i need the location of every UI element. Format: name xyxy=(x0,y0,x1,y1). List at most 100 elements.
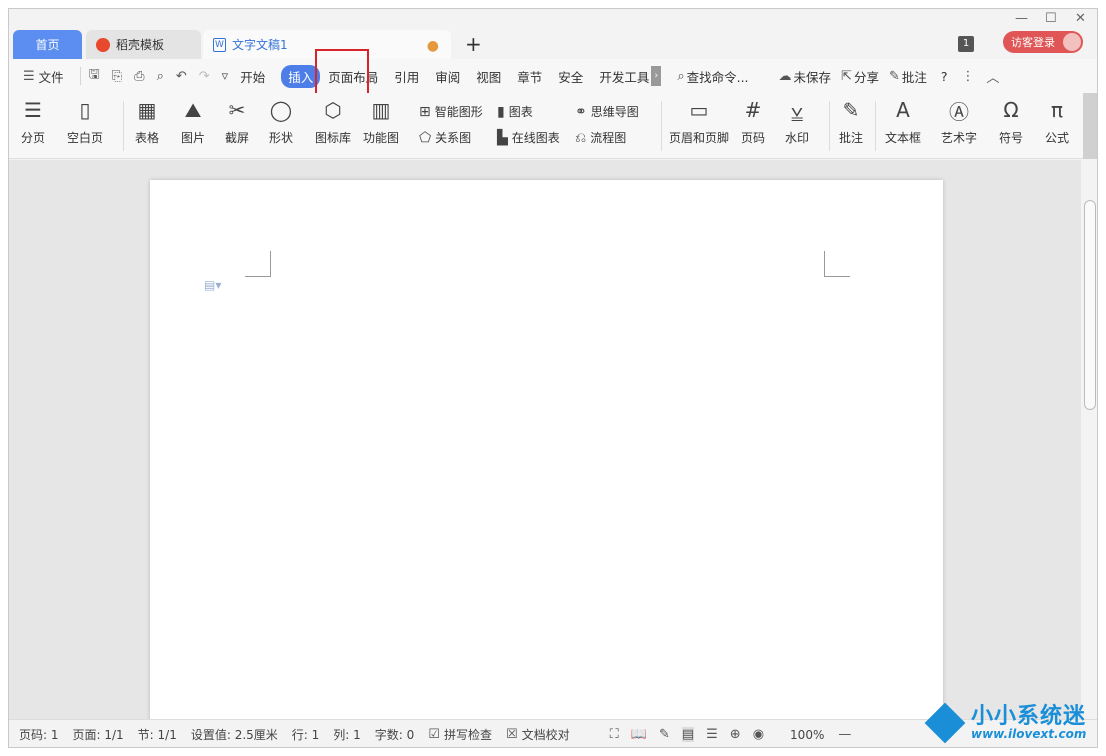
print-icon[interactable]: ⎙ xyxy=(134,69,144,84)
collapse-ribbon-icon[interactable]: ︿ xyxy=(987,67,1000,86)
guest-login-button[interactable]: 访客登录 xyxy=(1003,31,1083,53)
more-icon[interactable]: ⋮ xyxy=(962,69,975,84)
ribbon-scroll-right[interactable] xyxy=(1083,93,1097,159)
menu-scroll-right-icon[interactable]: › xyxy=(651,66,662,86)
tab-document-label: 文字文稿1 xyxy=(232,38,288,52)
command-search-input[interactable]: 查找命令... xyxy=(687,67,749,86)
comment-button[interactable]: 批注 xyxy=(902,67,927,86)
tab-docer-templates[interactable]: 稻壳模板 xyxy=(86,30,201,59)
status-col[interactable]: 列: 1 xyxy=(333,726,361,743)
blank-page-icon: ▯ xyxy=(79,98,91,122)
menu-file[interactable]: 文件 xyxy=(39,67,64,86)
relation-chart-button[interactable]: ⬠ 关系图 xyxy=(419,129,471,146)
search-icon: ⌕ xyxy=(677,68,685,84)
divider xyxy=(661,101,662,151)
watermark-label: 水印 xyxy=(785,131,810,145)
status-section[interactable]: 节: 1/1 xyxy=(138,726,177,743)
vertical-scrollbar[interactable] xyxy=(1081,160,1097,719)
menu-references[interactable]: 引用 xyxy=(394,67,419,86)
picture-button[interactable]: ⛰ 图片 xyxy=(181,97,205,146)
bar-chart-icon: ▮ xyxy=(497,103,505,120)
blank-page-button[interactable]: ▯ 空白页 xyxy=(67,97,103,146)
read-mode-icon[interactable]: 📖 xyxy=(631,727,647,742)
unsaved-status[interactable]: 未保存 xyxy=(794,67,832,86)
paragraph-format-icon[interactable]: ▤▾ xyxy=(204,278,221,292)
comment-insert-button[interactable]: ✎ 批注 xyxy=(839,97,863,146)
minimize-button[interactable]: — xyxy=(1015,11,1028,26)
textbox-button[interactable]: A 文本框 xyxy=(885,97,921,146)
customize-toolbar-icon[interactable]: ▿ xyxy=(222,69,229,84)
picture-label: 图片 xyxy=(181,131,206,145)
menu-bar: ☰ 文件 🖫 ⎘ ⎙ ⌕ ↶ ↷ ▿ 开始 插入 页面布局 引用 审阅 视图 章… xyxy=(9,59,1097,93)
smartart-icon: ⊞ xyxy=(419,103,431,120)
scissors-icon: ✂ xyxy=(228,98,246,122)
menu-view[interactable]: 视图 xyxy=(476,67,501,86)
close-button[interactable]: ✕ xyxy=(1075,11,1086,26)
screenshot-button[interactable]: ✂ 截屏 xyxy=(225,97,249,146)
help-button[interactable]: ? xyxy=(941,69,948,84)
icon-library-label: 图标库 xyxy=(315,131,352,145)
hamburger-icon[interactable]: ☰ xyxy=(23,69,35,84)
document-page[interactable]: ▤▾ xyxy=(150,180,943,725)
online-chart-button[interactable]: ▙ 在线图表 xyxy=(497,129,560,146)
menu-chapter[interactable]: 章节 xyxy=(517,67,542,86)
window-count-badge[interactable]: 1 xyxy=(958,36,974,52)
page-break-icon: ☰ xyxy=(24,98,42,122)
tab-document[interactable]: W 文字文稿1 ● xyxy=(203,30,451,59)
print-preview-icon[interactable]: ⌕ xyxy=(157,69,164,84)
wordart-button[interactable]: Ⓐ 艺术字 xyxy=(941,97,977,146)
fullscreen-icon[interactable]: ⛶ xyxy=(610,727,619,742)
menu-security[interactable]: 安全 xyxy=(558,67,583,86)
status-row[interactable]: 行: 1 xyxy=(292,726,320,743)
zoom-level[interactable]: 100% xyxy=(790,728,824,742)
maximize-button[interactable]: ☐ xyxy=(1045,11,1057,26)
menu-review[interactable]: 审阅 xyxy=(435,67,460,86)
page-number-button[interactable]: # 页码 xyxy=(741,97,765,146)
shapes-button[interactable]: ◯ 形状 xyxy=(269,97,293,146)
symbol-button[interactable]: Ω 符号 xyxy=(999,97,1023,146)
divider xyxy=(79,67,81,85)
formula-button[interactable]: π 公式 xyxy=(1045,97,1069,146)
flowchart-label: 流程图 xyxy=(590,131,627,145)
status-page-number[interactable]: 页码: 1 xyxy=(19,726,59,743)
icon-library-icon: ⬡ xyxy=(324,98,342,122)
icon-library-button[interactable]: ⬡ 图标库 xyxy=(315,97,351,146)
format-painter-icon[interactable]: ⎘ xyxy=(112,69,122,84)
status-pages[interactable]: 页面: 1/1 xyxy=(73,726,124,743)
header-footer-label: 页眉和页脚 xyxy=(669,131,730,145)
eye-protect-icon[interactable]: ◉ xyxy=(753,727,764,742)
flowchart-button[interactable]: ⎌ 流程图 xyxy=(575,129,626,146)
undo-icon[interactable]: ↶ xyxy=(176,69,187,84)
margin-corner-tr xyxy=(824,251,850,277)
smartart-button[interactable]: ⊞ 智能图形 xyxy=(419,103,483,120)
spellcheck-button[interactable]: 拼写检查 xyxy=(444,726,492,743)
share-button[interactable]: 分享 xyxy=(854,67,879,86)
menu-developer[interactable]: 开发工具 xyxy=(599,67,649,86)
status-setting[interactable]: 设置值: 2.5厘米 xyxy=(191,726,278,743)
header-footer-icon: ▭ xyxy=(689,98,709,122)
menu-page-layout[interactable]: 页面布局 xyxy=(328,67,378,86)
table-button[interactable]: ▦ 表格 xyxy=(135,97,159,146)
save-icon[interactable]: 🖫 xyxy=(89,65,100,87)
menu-insert[interactable]: 插入 xyxy=(281,64,321,88)
chart-button[interactable]: ▮ 图表 xyxy=(497,103,533,120)
header-footer-button[interactable]: ▭ 页眉和页脚 xyxy=(669,97,729,146)
zoom-out-icon[interactable]: — xyxy=(838,727,851,742)
tab-home[interactable]: 首页 xyxy=(13,30,82,59)
divider xyxy=(875,101,876,151)
watermark-button[interactable]: ⩣ 水印 xyxy=(785,97,809,146)
pen-icon[interactable]: ✎ xyxy=(659,727,670,742)
function-chart-button[interactable]: ▥ 功能图 xyxy=(363,97,399,146)
new-tab-button[interactable]: + xyxy=(465,30,482,59)
redo-icon[interactable]: ↷ xyxy=(199,69,210,84)
menu-start[interactable]: 开始 xyxy=(240,67,265,86)
scroll-thumb[interactable] xyxy=(1084,200,1096,410)
mindmap-button[interactable]: ⚭ 思维导图 xyxy=(575,103,639,120)
proofread-button[interactable]: 文档校对 xyxy=(522,726,570,743)
mindmap-label: 思维导图 xyxy=(590,105,639,119)
web-view-icon[interactable]: ⊕ xyxy=(730,727,741,742)
status-words[interactable]: 字数: 0 xyxy=(375,726,415,743)
outline-view-icon[interactable]: ☰ xyxy=(706,727,718,742)
page-view-icon[interactable]: ▤ xyxy=(681,727,695,742)
page-break-button[interactable]: ☰ 分页 xyxy=(21,97,45,146)
